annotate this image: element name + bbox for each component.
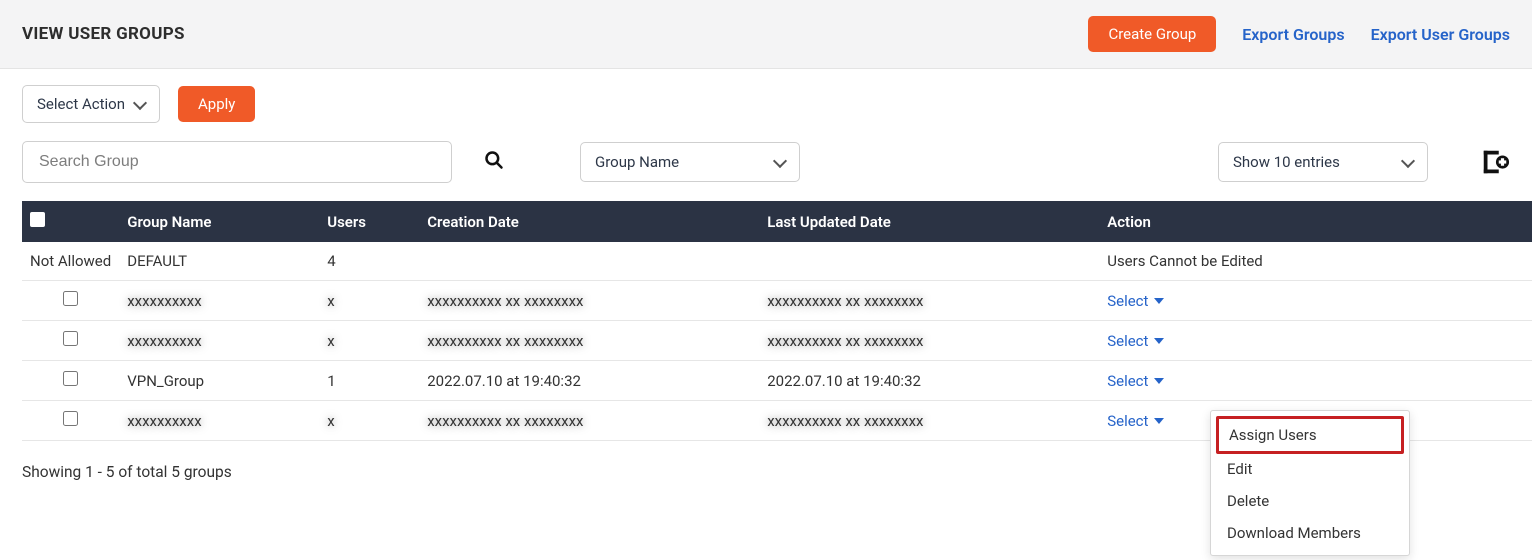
cell-group-name: xxxxxxxxxx: [119, 401, 319, 441]
cell-creation-date: xxxxxxxxxx xx xxxxxxxx: [419, 321, 759, 361]
cell-users-link: x: [319, 281, 419, 321]
col-header-group-name: Group Name: [119, 201, 319, 242]
cell-updated-date: xxxxxxxxxx xx xxxxxxxx: [759, 281, 1099, 321]
export-user-groups-link[interactable]: Export User Groups: [1371, 25, 1510, 44]
select-all-checkbox[interactable]: [30, 212, 45, 227]
filter-column-dropdown[interactable]: Group Name: [580, 142, 800, 182]
row-action-label: Select: [1107, 372, 1148, 390]
export-groups-link[interactable]: Export Groups: [1242, 25, 1344, 44]
cell-updated-date: [759, 242, 1099, 281]
cell-action-static: Users Cannot be Edited: [1099, 242, 1532, 281]
col-header-creation-date: Creation Date: [419, 201, 759, 242]
menu-item-edit[interactable]: Edit: [1217, 453, 1403, 485]
cell-users-link[interactable]: 4: [319, 242, 419, 281]
search-icon[interactable]: [484, 150, 504, 175]
cell-updated-date: xxxxxxxxxx xx xxxxxxxx: [759, 321, 1099, 361]
apply-button[interactable]: Apply: [178, 86, 255, 122]
row-checkbox[interactable]: [63, 291, 78, 306]
chevron-down-icon: [773, 153, 787, 167]
menu-item-assign-users[interactable]: Assign Users: [1216, 416, 1404, 454]
cell-group-name: xxxxxxxxxx: [119, 281, 319, 321]
groups-table: Group Name Users Creation Date Last Upda…: [22, 201, 1532, 441]
cell-creation-date: xxxxxxxxxx xx xxxxxxxx: [419, 281, 759, 321]
table-row: VPN_Group12022.07.10 at 19:40:322022.07.…: [22, 361, 1532, 401]
menu-item-download-members[interactable]: Download Members: [1217, 517, 1403, 549]
row-check-label: Not Allowed: [22, 242, 119, 281]
chevron-down-icon: [133, 95, 147, 109]
select-action-dropdown[interactable]: Select Action: [22, 85, 160, 123]
row-action-select[interactable]: Select: [1107, 292, 1164, 310]
cell-creation-date: xxxxxxxxxx xx xxxxxxxx: [419, 401, 759, 441]
cell-group-name: DEFAULT: [119, 242, 319, 281]
row-action-label: Select: [1107, 332, 1148, 350]
row-action-select[interactable]: Select: [1107, 332, 1164, 350]
search-input[interactable]: [39, 153, 435, 171]
col-header-action: Action: [1099, 201, 1532, 242]
cell-updated-date: xxxxxxxxxx xx xxxxxxxx: [759, 401, 1099, 441]
toolbar: Select Action Apply Group Name Show 10 e…: [0, 69, 1532, 183]
row-checkbox[interactable]: [63, 411, 78, 426]
chevron-down-icon: [1401, 153, 1415, 167]
search-group-wrapper: [22, 141, 452, 183]
select-action-label: Select Action: [37, 95, 125, 113]
table-header-row: Group Name Users Creation Date Last Upda…: [22, 201, 1532, 242]
cell-creation-date: 2022.07.10 at 19:40:32: [419, 361, 759, 401]
page-header: VIEW USER GROUPS Create Group Export Gro…: [0, 0, 1532, 69]
table-row: xxxxxxxxxxxxxxxxxxxxx xx xxxxxxxxxxxxxxx…: [22, 321, 1532, 361]
cell-updated-date: 2022.07.10 at 19:40:32: [759, 361, 1099, 401]
row-action-select[interactable]: Select: [1107, 412, 1164, 430]
col-header-last-updated: Last Updated Date: [759, 201, 1099, 242]
caret-down-icon: [1154, 298, 1164, 304]
row-action-label: Select: [1107, 412, 1148, 430]
table-row: Not AllowedDEFAULT4 Users Cannot be Edite…: [22, 242, 1532, 281]
cell-users-link: x: [319, 321, 419, 361]
cell-creation-date: [419, 242, 759, 281]
table-row: xxxxxxxxxxxxxxxxxxxxx xx xxxxxxxxxxxxxxx…: [22, 281, 1532, 321]
cell-group-name: xxxxxxxxxx: [119, 321, 319, 361]
cell-users-link: x: [319, 401, 419, 441]
page-title: VIEW USER GROUPS: [22, 24, 1088, 44]
caret-down-icon: [1154, 338, 1164, 344]
row-action-label: Select: [1107, 292, 1148, 310]
row-checkbox[interactable]: [63, 331, 78, 346]
caret-down-icon: [1154, 378, 1164, 384]
row-action-select[interactable]: Select: [1107, 372, 1164, 390]
page-size-dropdown[interactable]: Show 10 entries: [1218, 142, 1428, 182]
create-group-button[interactable]: Create Group: [1088, 16, 1216, 52]
page-size-label: Show 10 entries: [1233, 153, 1340, 171]
filter-column-label: Group Name: [595, 153, 679, 171]
cell-users-link[interactable]: 1: [319, 361, 419, 401]
menu-item-delete[interactable]: Delete: [1217, 485, 1403, 517]
col-header-users: Users: [319, 201, 419, 242]
add-column-icon[interactable]: [1480, 147, 1510, 177]
cell-group-name: VPN_Group: [119, 361, 319, 401]
row-action-menu: Assign Users Edit Delete Download Member…: [1210, 410, 1410, 556]
caret-down-icon: [1154, 418, 1164, 424]
row-checkbox[interactable]: [63, 371, 78, 386]
